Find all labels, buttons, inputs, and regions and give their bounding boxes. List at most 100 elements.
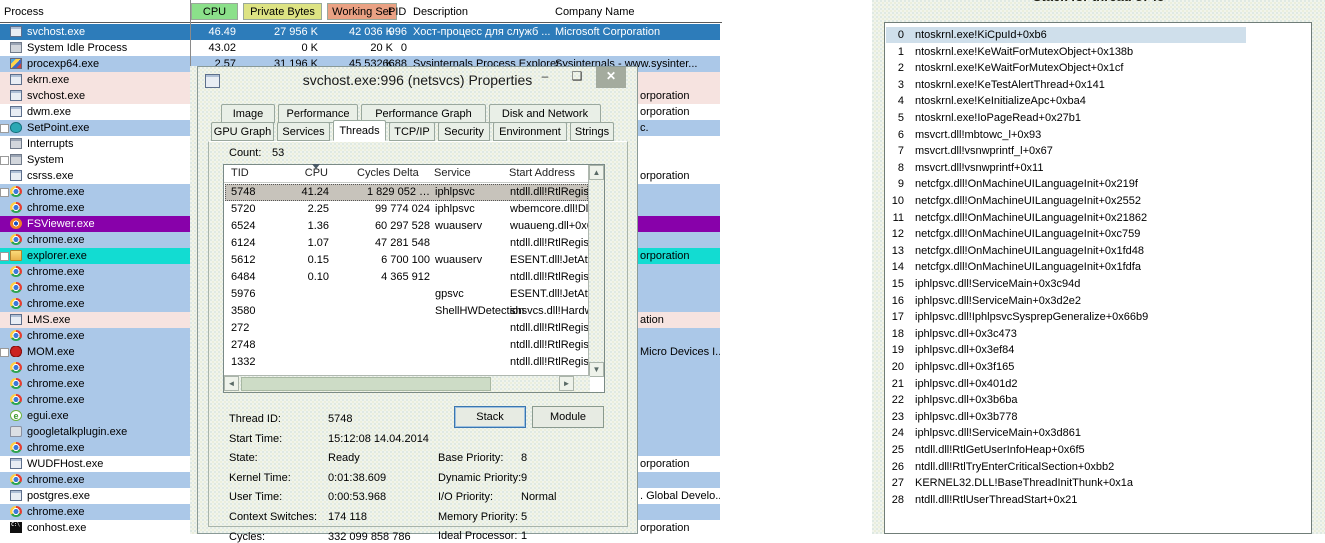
stack-frame-row[interactable]: 22iphlpsvc.dll+0x3b6ba: [886, 392, 1306, 408]
stack-frame-row[interactable]: 12netcfgx.dll!OnMachineUILanguageInit+0x…: [886, 226, 1306, 242]
stack-frame-row[interactable]: 17iphlpsvc.dll!IphlpsvcSysprepGeneralize…: [886, 309, 1306, 325]
thread-row[interactable]: 3580ShellHWDetectionshsvcs.dll!Hardwa: [225, 303, 588, 320]
maximize-button[interactable]: ❑: [562, 67, 592, 88]
stack-frame-text: ntoskrnl.exe!KeInitializeApc+0xba4: [915, 95, 1086, 107]
process-row[interactable]: svchost.exe46.4927 956 K42 036 K996Хост-…: [0, 24, 720, 40]
stack-frame-number: 24: [890, 427, 904, 439]
stack-frame-row[interactable]: 19iphlpsvc.dll+0x3ef84: [886, 342, 1306, 358]
stack-frame-number: 10: [890, 195, 904, 207]
stack-frame-row[interactable]: 7msvcrt.dll!vsnwprintf_l+0x67: [886, 143, 1306, 159]
tab-security[interactable]: Security: [438, 122, 490, 141]
stack-frame-row[interactable]: 8msvcrt.dll!vsnwprintf+0x11: [886, 160, 1306, 176]
tab-disk-and-network[interactable]: Disk and Network: [489, 104, 601, 123]
stack-frame-row[interactable]: 10netcfgx.dll!OnMachineUILanguageInit+0x…: [886, 193, 1306, 209]
thread-start-address: wbemcore.dll!DllCa: [510, 203, 588, 216]
process-company-fragment: orporation: [640, 458, 690, 470]
tab-image[interactable]: Image: [221, 104, 275, 123]
tab-strings[interactable]: Strings: [570, 122, 614, 141]
stack-frame-row[interactable]: 11netcfgx.dll!OnMachineUILanguageInit+0x…: [886, 210, 1306, 226]
column-header-working-set[interactable]: Working Set: [327, 3, 397, 20]
thread-row[interactable]: 61241.0747 281 548ntdll.dll!RtlRegister: [225, 235, 588, 252]
scroll-right-icon[interactable]: ►: [559, 376, 574, 391]
process-name: chrome.exe: [27, 394, 84, 406]
process-name: chrome.exe: [27, 362, 84, 374]
thread-row[interactable]: 57202.2599 774 024iphlpsvcwbemcore.dll!D…: [225, 201, 588, 218]
stack-frame-row[interactable]: 18iphlpsvc.dll+0x3c473: [886, 326, 1306, 342]
stack-frame-row[interactable]: 25ntdll.dll!RtlGetUserInfoHeap+0x6f5: [886, 442, 1306, 458]
stack-frame-row[interactable]: 24iphlpsvc.dll!ServiceMain+0x3d861: [886, 425, 1306, 441]
process-name: procexp64.exe: [27, 58, 99, 70]
thread-start-address: ntdll.dll!RtlRegister: [510, 356, 588, 369]
process-name: chrome.exe: [27, 330, 84, 342]
stack-frame-row[interactable]: 20iphlpsvc.dll+0x3f165: [886, 359, 1306, 375]
column-header-pid[interactable]: PID: [388, 4, 406, 20]
stack-frame-row[interactable]: 2ntoskrnl.exe!KeWaitForMutexObject+0x1cf: [886, 60, 1306, 76]
stack-button[interactable]: Stack: [454, 406, 526, 428]
stack-frame-row[interactable]: 23iphlpsvc.dll+0x3b778: [886, 409, 1306, 425]
process-name: LMS.exe: [27, 314, 70, 326]
stack-frame-row[interactable]: 27KERNEL32.DLL!BaseThreadInitThunk+0x1a: [886, 475, 1306, 491]
scroll-left-icon[interactable]: ◄: [224, 376, 239, 391]
thread-row[interactable]: 1332ntdll.dll!RtlRegister: [225, 354, 588, 371]
stack-frame-row[interactable]: 4ntoskrnl.exe!KeInitializeApc+0xba4: [886, 93, 1306, 109]
module-button[interactable]: Module: [532, 406, 604, 428]
thread-col-start-address[interactable]: Start Address: [509, 167, 575, 181]
process-name: chrome.exe: [27, 282, 84, 294]
stack-frame-row[interactable]: 16iphlpsvc.dll!ServiceMain+0x3d2e2: [886, 293, 1306, 309]
stack-frame-row[interactable]: 15iphlpsvc.dll!ServiceMain+0x3c94d: [886, 276, 1306, 292]
column-header-private-bytes[interactable]: Private Bytes: [243, 3, 322, 20]
thread-vscrollbar[interactable]: ▲ ▼: [588, 165, 604, 377]
thread-col-cycles-delta[interactable]: Cycles Delta: [357, 167, 419, 181]
column-header-company[interactable]: Company Name: [555, 4, 634, 20]
thread-count-value: 53: [272, 147, 284, 159]
stack-frame-row[interactable]: 0ntoskrnl.exe!KiCpuId+0xb6: [886, 27, 1246, 43]
minimize-button[interactable]: –: [530, 67, 560, 88]
stack-frame-row[interactable]: 1ntoskrnl.exe!KeWaitForMutexObject+0x138…: [886, 44, 1306, 60]
stack-frame-row[interactable]: 28ntdll.dll!RtlUserThreadStart+0x21: [886, 492, 1306, 508]
close-button[interactable]: ✕: [596, 67, 626, 88]
hscrollbar-thumb[interactable]: [241, 377, 491, 391]
column-header-description[interactable]: Description: [413, 4, 468, 20]
stack-frame-row[interactable]: 21iphlpsvc.dll+0x401d2: [886, 376, 1306, 392]
stack-frame-row[interactable]: 26ntdll.dll!RtlTryEnterCriticalSection+0…: [886, 459, 1306, 475]
thread-start-address: ntdll.dll!RtlRegister: [510, 237, 588, 250]
sys-icon: [10, 154, 22, 165]
thread-row[interactable]: 65241.3660 297 528wuauservwuaueng.dll+0x…: [225, 218, 588, 235]
thread-tid: 3580: [231, 305, 255, 318]
stack-frame-row[interactable]: 3ntoskrnl.exe!KeTestAlertThread+0x141: [886, 77, 1306, 93]
thread-col-tid[interactable]: TID: [231, 167, 249, 181]
tab-tcp/ip[interactable]: TCP/IP: [389, 122, 435, 141]
process-name: svchost.exe: [27, 90, 85, 102]
process-cpu: 46.49: [191, 26, 236, 38]
tab-threads[interactable]: Threads: [333, 120, 386, 141]
stack-frame-row[interactable]: 14netcfgx.dll!OnMachineUILanguageInit+0x…: [886, 259, 1306, 275]
thread-list[interactable]: TID CPU Cycles Delta Service Start Addre…: [223, 164, 605, 393]
process-row[interactable]: System Idle Process43.020 K20 K0: [0, 40, 720, 56]
procexp-icon: [10, 58, 22, 69]
thread-row[interactable]: 574841.241 829 052 …iphlpsvcntdll.dll!Rt…: [225, 184, 588, 201]
thread-hscrollbar[interactable]: ◄ ►: [224, 375, 590, 392]
process-name: chrome.exe: [27, 442, 84, 454]
thread-tid: 2748: [231, 339, 255, 352]
stack-frame-list[interactable]: 0ntoskrnl.exe!KiCpuId+0xb61ntoskrnl.exe!…: [884, 22, 1312, 534]
thread-row[interactable]: 5976gpsvcESENT.dll!JetAtta: [225, 286, 588, 303]
thread-col-cpu[interactable]: CPU: [288, 167, 328, 181]
stack-frame-row[interactable]: 13netcfgx.dll!OnMachineUILanguageInit+0x…: [886, 243, 1306, 259]
column-header-cpu[interactable]: CPU: [191, 3, 238, 20]
tab-services[interactable]: Services: [277, 122, 330, 141]
tab-gpu-graph[interactable]: GPU Graph: [211, 122, 274, 141]
scroll-down-icon[interactable]: ▼: [589, 362, 604, 377]
stack-frame-row[interactable]: 5ntoskrnl.exe!IoPageRead+0x27b1: [886, 110, 1306, 126]
thread-row[interactable]: 272ntdll.dll!RtlRegister: [225, 320, 588, 337]
column-header-process[interactable]: Process: [4, 4, 44, 20]
window-icon: [10, 314, 22, 325]
thread-row[interactable]: 64840.104 365 912ntdll.dll!RtlRegister: [225, 269, 588, 286]
stack-frame-row[interactable]: 6msvcrt.dll!mbtowc_l+0x93: [886, 127, 1306, 143]
scroll-up-icon[interactable]: ▲: [589, 165, 604, 180]
thread-col-service[interactable]: Service: [434, 167, 471, 181]
tab-environment[interactable]: Environment: [493, 122, 567, 141]
thread-row[interactable]: 56120.156 700 100wuauservESENT.dll!JetAt…: [225, 252, 588, 269]
stack-frame-text: netcfgx.dll!OnMachineUILanguageInit+0x21…: [915, 212, 1147, 224]
stack-frame-row[interactable]: 9netcfgx.dll!OnMachineUILanguageInit+0x2…: [886, 176, 1306, 192]
thread-row[interactable]: 2748ntdll.dll!RtlRegister: [225, 337, 588, 354]
